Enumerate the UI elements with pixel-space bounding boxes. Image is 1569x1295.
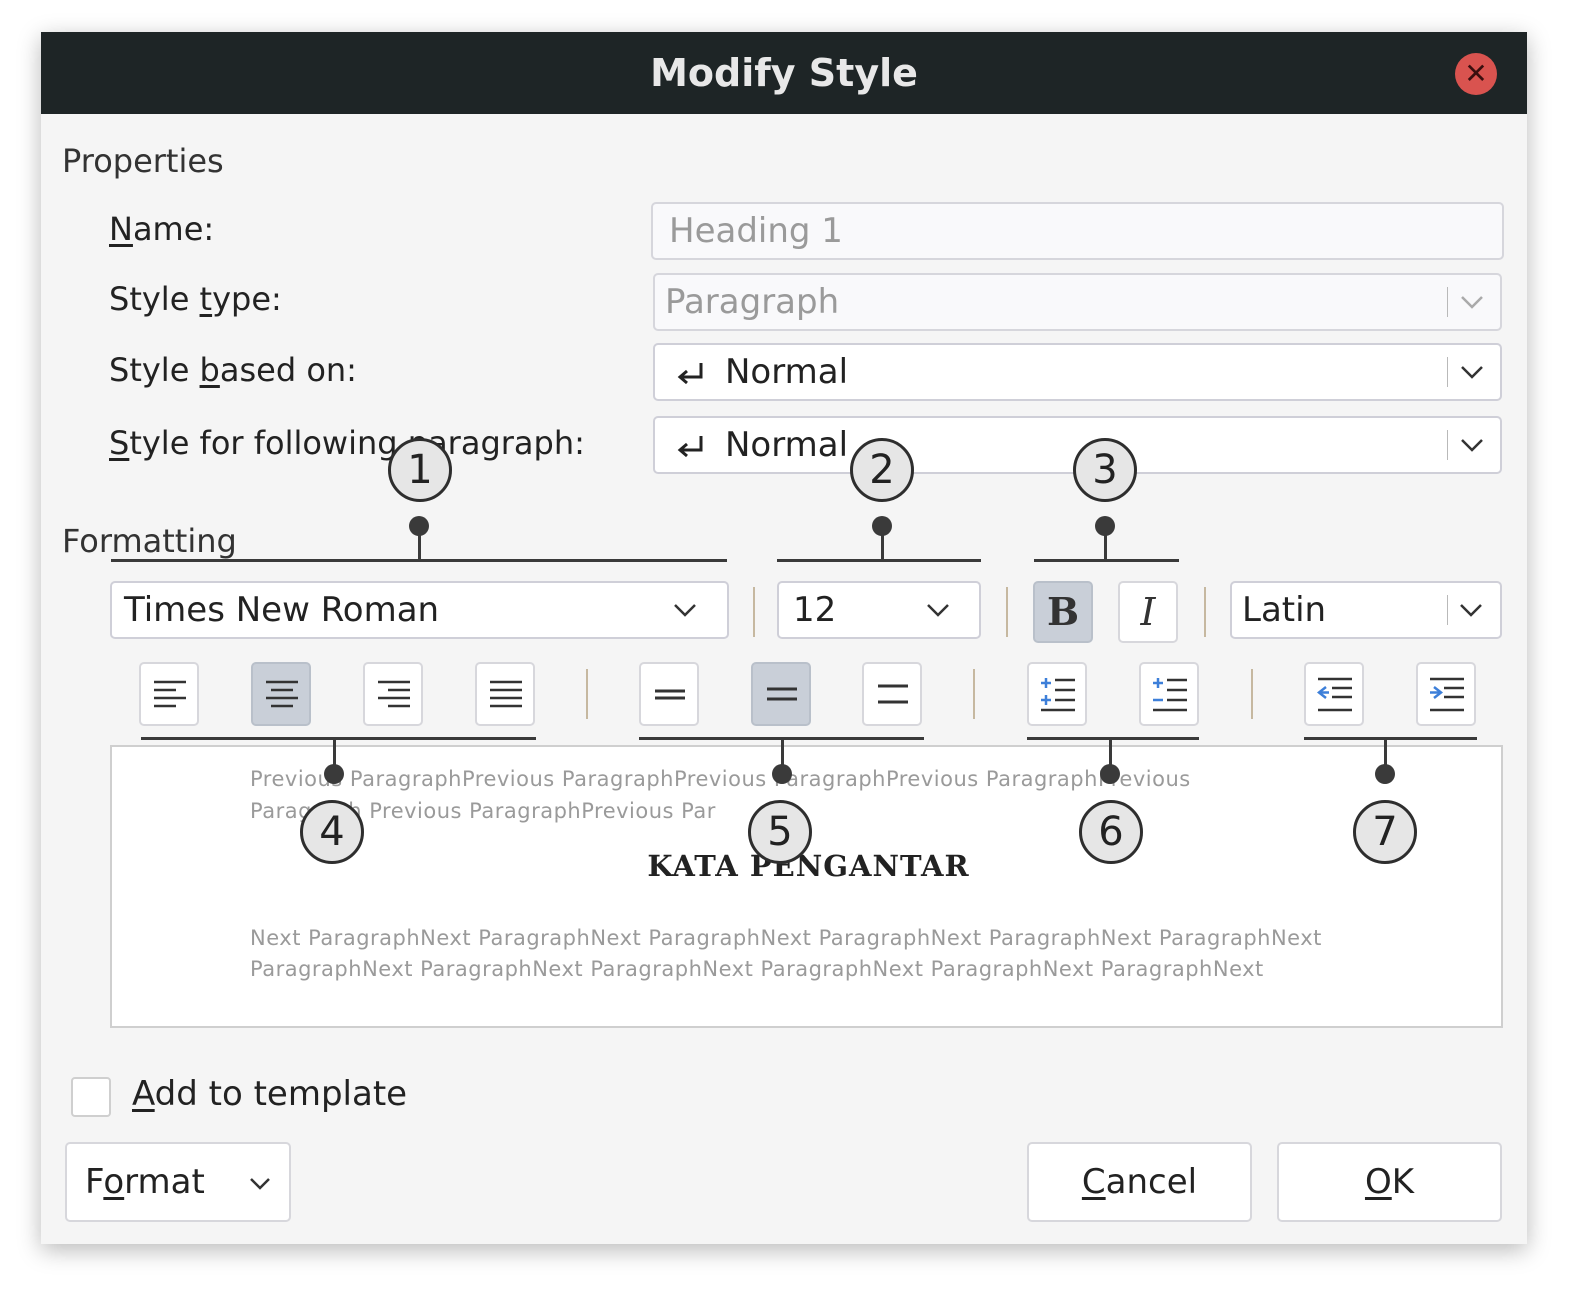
callout-bracket <box>1304 737 1477 740</box>
callout-dot <box>872 516 892 536</box>
toolbar-separator <box>1204 587 1206 637</box>
font-name-value: Times New Roman <box>124 590 440 630</box>
dropdown-separator <box>1447 357 1448 387</box>
name-field[interactable]: Heading 1 <box>651 202 1504 260</box>
paragraph-spacing-decrease-button[interactable] <box>1139 662 1199 726</box>
following-value: Normal <box>725 425 849 465</box>
font-size-combobox[interactable]: 12 <box>777 581 981 639</box>
paragraph-spacing-increase-button[interactable] <box>1027 662 1087 726</box>
indent-decrease-icon <box>1316 677 1352 712</box>
indent-increase-icon <box>1430 677 1464 712</box>
preview-next-line-2: ParagraphNext ParagraphNext ParagraphNex… <box>250 957 1264 981</box>
formatting-section-label: Formatting <box>62 522 237 560</box>
based-on-value: Normal <box>725 352 849 392</box>
chevron-down-icon <box>1461 296 1483 309</box>
bold-label: B <box>1046 589 1080 634</box>
line-spacing-single-button[interactable] <box>639 662 699 726</box>
indent-decrease-button[interactable] <box>1304 662 1364 726</box>
dropdown-separator <box>1447 287 1448 317</box>
title-bar: Modify Style ✕ <box>41 32 1527 114</box>
paragraph-return-icon <box>677 436 703 458</box>
paragraph-spacing-decrease-icon <box>1153 678 1187 712</box>
properties-section-label: Properties <box>62 142 224 180</box>
toolbar-separator <box>973 669 975 719</box>
chevron-down-icon <box>250 1178 270 1190</box>
callout-7: 7 <box>1353 800 1417 864</box>
script-dropdown[interactable]: Latin <box>1230 581 1502 639</box>
line-spacing-1-5-icon <box>767 687 797 701</box>
based-on-dropdown[interactable]: Normal <box>653 343 1502 401</box>
chevron-down-icon <box>1461 366 1483 379</box>
line-spacing-1-5-button[interactable] <box>751 662 811 726</box>
modify-style-dialog: Modify Style ✕ Properties Name: Heading … <box>41 32 1527 1244</box>
callout-bracket <box>141 737 536 740</box>
align-center-icon <box>266 680 298 708</box>
dropdown-separator <box>1447 595 1448 625</box>
format-button-label: Format <box>85 1162 205 1202</box>
preview-previous-line-1: Previous ParagraphPrevious ParagraphPrev… <box>250 767 1191 791</box>
ok-button[interactable]: OK <box>1277 1142 1502 1222</box>
line-spacing-double-button[interactable] <box>862 662 922 726</box>
callout-4: 4 <box>300 800 364 864</box>
cancel-button[interactable]: Cancel <box>1027 1142 1252 1222</box>
style-preview: Previous ParagraphPrevious ParagraphPrev… <box>110 745 1503 1028</box>
callout-dot <box>772 764 792 784</box>
format-menu-button[interactable]: Format <box>65 1142 291 1222</box>
callout-bracket <box>777 559 981 562</box>
callout-dot <box>1095 516 1115 536</box>
indent-increase-button[interactable] <box>1416 662 1476 726</box>
cancel-button-label: Cancel <box>1081 1162 1198 1202</box>
ok-button-label: OK <box>1364 1162 1415 1202</box>
align-right-icon <box>378 680 410 708</box>
toolbar-separator <box>586 669 588 719</box>
style-type-label: Style type: <box>109 280 282 318</box>
chevron-down-icon <box>1461 439 1483 452</box>
callout-dot <box>1375 764 1395 784</box>
based-on-label: Style based on: <box>109 351 357 389</box>
callout-3: 3 <box>1073 438 1137 502</box>
chevron-down-icon <box>1460 604 1482 617</box>
style-type-dropdown[interactable]: Paragraph <box>653 273 1502 331</box>
add-to-template-checkbox[interactable] <box>71 1077 111 1117</box>
script-value: Latin <box>1242 590 1327 630</box>
align-right-button[interactable] <box>363 662 423 726</box>
dropdown-separator <box>1447 430 1448 460</box>
callout-dot <box>324 764 344 784</box>
style-type-value: Paragraph <box>665 282 840 322</box>
following-label: Style for following paragraph: <box>109 424 585 462</box>
callout-2: 2 <box>850 438 914 502</box>
bold-button[interactable]: B <box>1033 581 1093 643</box>
chevron-down-icon[interactable] <box>925 597 951 623</box>
add-to-template-label[interactable]: Add to template <box>132 1074 407 1114</box>
italic-button[interactable]: I <box>1118 581 1178 643</box>
toolbar-separator <box>1006 587 1008 637</box>
callout-dot <box>1100 764 1120 784</box>
name-value: Heading 1 <box>669 211 843 251</box>
preview-next-line-1: Next ParagraphNext ParagraphNext Paragra… <box>250 926 1322 950</box>
italic-label: I <box>1140 590 1156 634</box>
paragraph-spacing-increase-icon <box>1041 678 1075 712</box>
line-spacing-double-icon <box>878 684 908 704</box>
callout-1: 1 <box>388 438 452 502</box>
chevron-down-icon[interactable] <box>672 597 698 623</box>
align-justify-button[interactable] <box>475 662 535 726</box>
align-left-button[interactable] <box>139 662 199 726</box>
name-label: Name: <box>109 210 215 248</box>
font-size-value: 12 <box>793 590 837 630</box>
callout-5: 5 <box>748 800 812 864</box>
paragraph-return-icon <box>677 363 703 385</box>
callout-bracket <box>1027 737 1199 740</box>
line-spacing-single-icon <box>655 689 685 700</box>
callout-6: 6 <box>1079 800 1143 864</box>
font-name-combobox[interactable]: Times New Roman <box>110 581 729 639</box>
toolbar-separator <box>1251 669 1253 719</box>
align-left-icon <box>154 680 186 708</box>
window-title: Modify Style <box>650 51 918 95</box>
callout-dot <box>409 516 429 536</box>
toolbar-separator <box>753 587 755 637</box>
close-icon[interactable]: ✕ <box>1455 53 1497 95</box>
align-justify-icon <box>490 680 522 708</box>
align-center-button[interactable] <box>251 662 311 726</box>
